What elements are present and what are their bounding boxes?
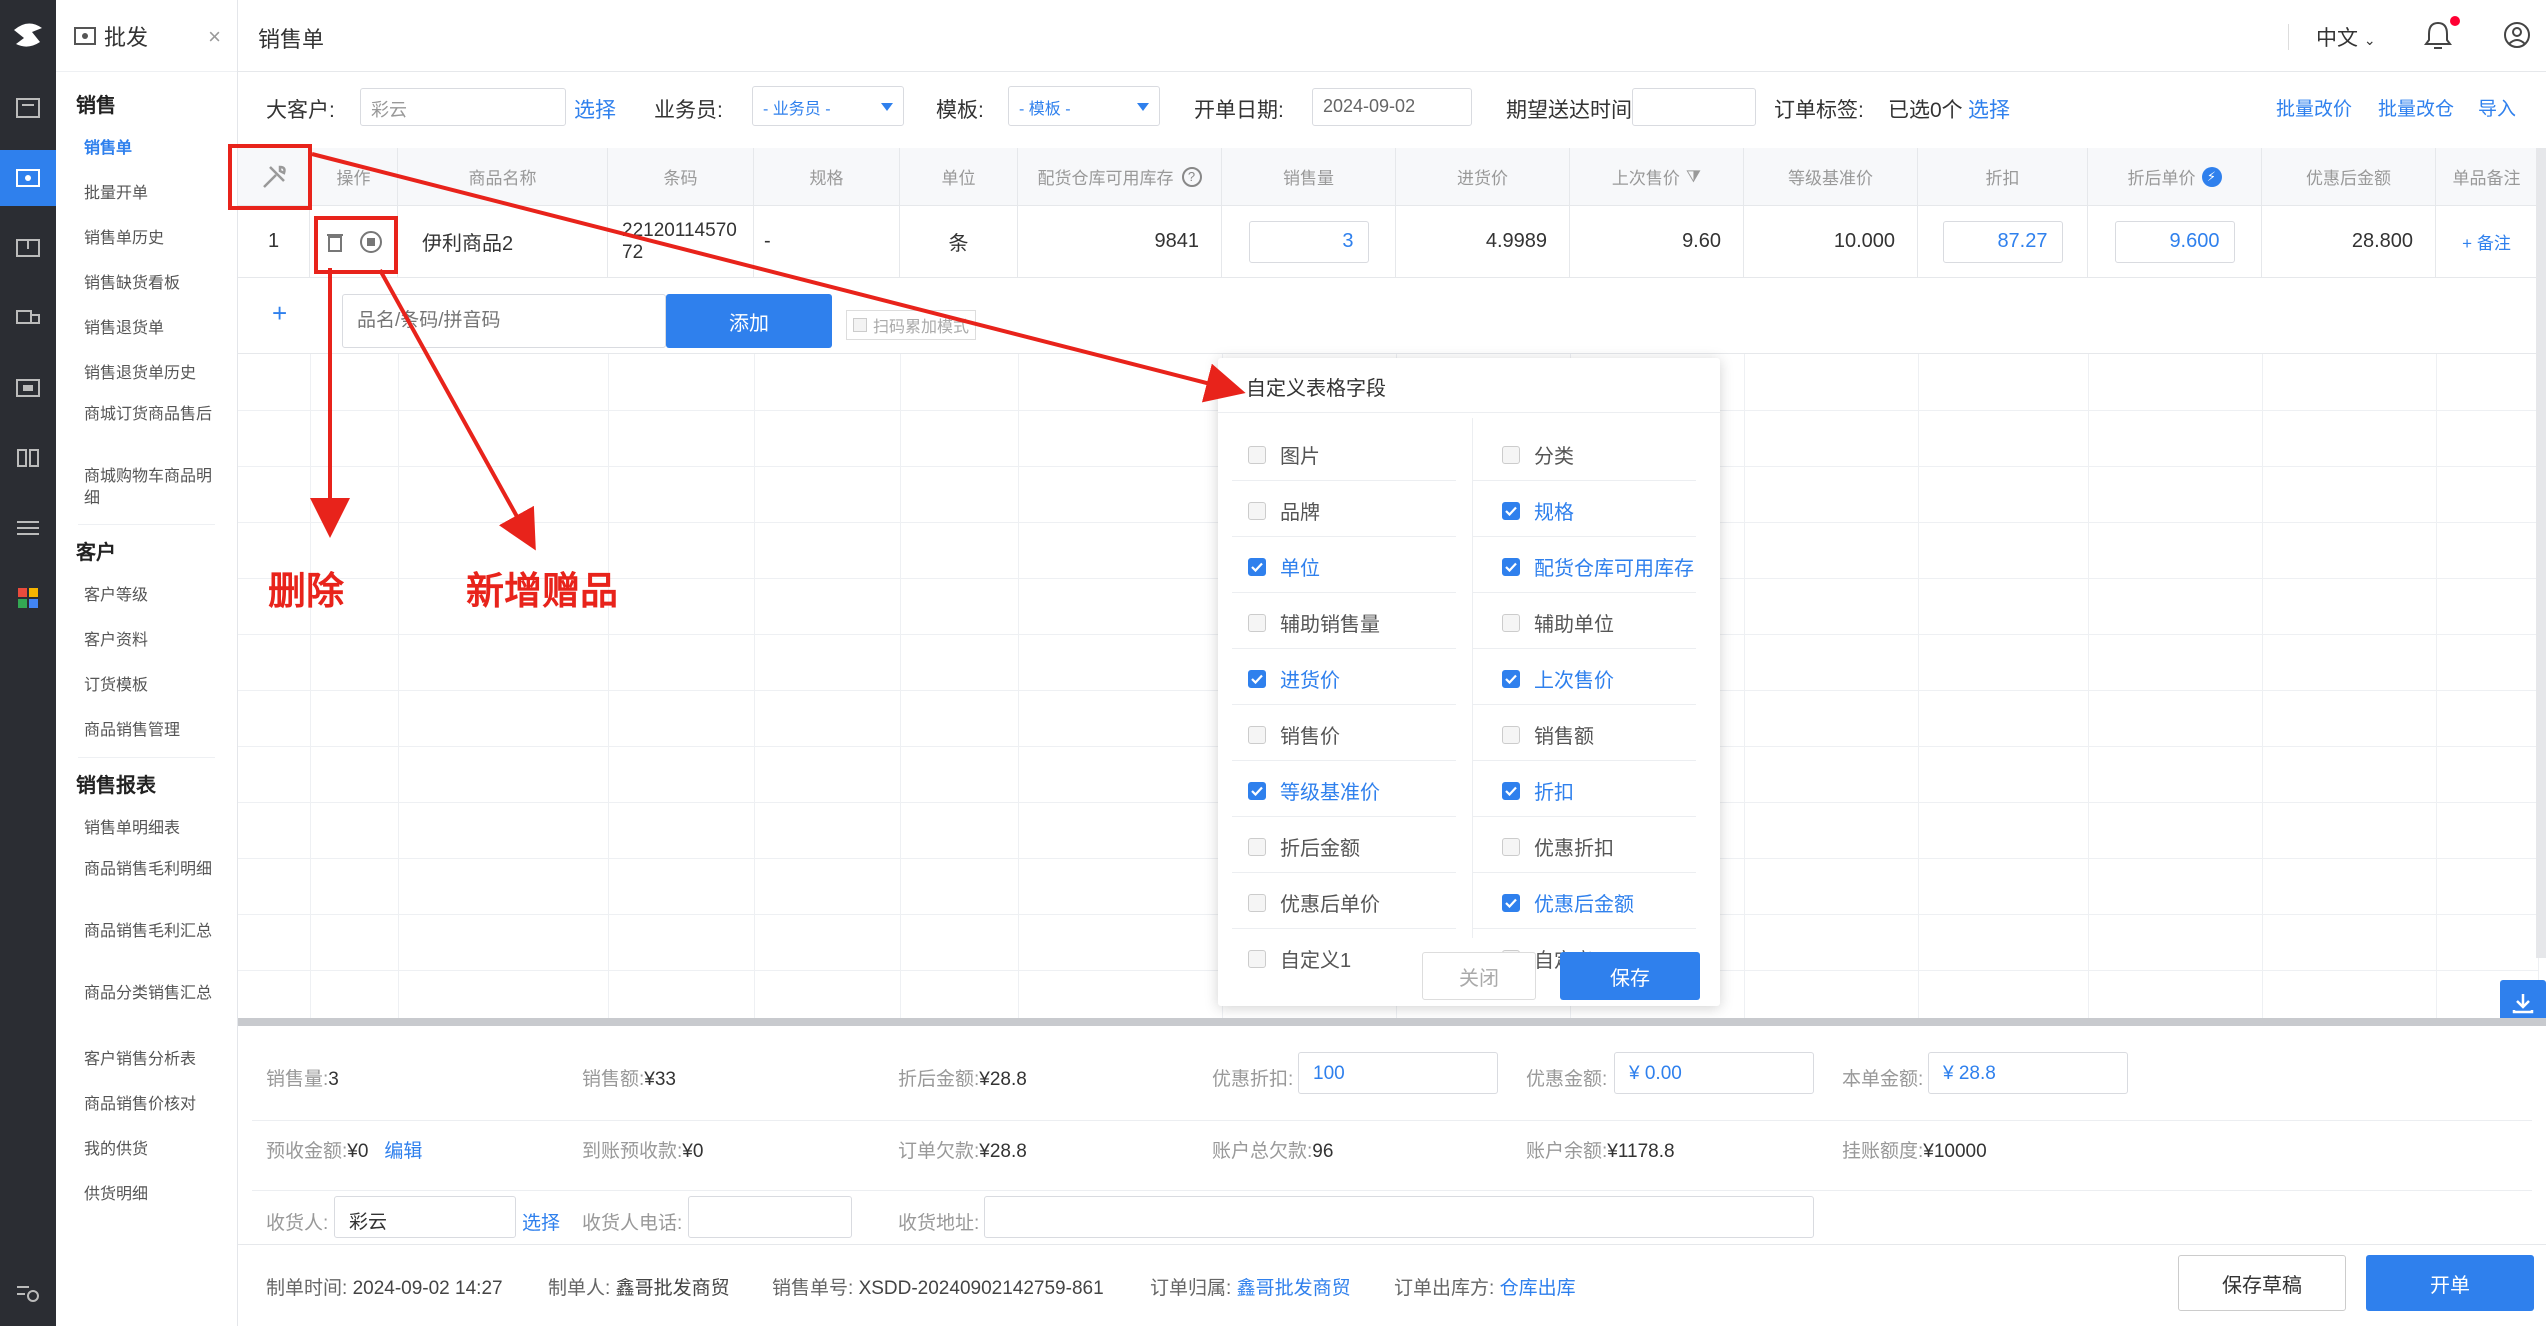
arrow-popup (311, 152, 1246, 403)
annotation-arrows (310, 152, 1246, 551)
arrow-gift (378, 269, 536, 551)
